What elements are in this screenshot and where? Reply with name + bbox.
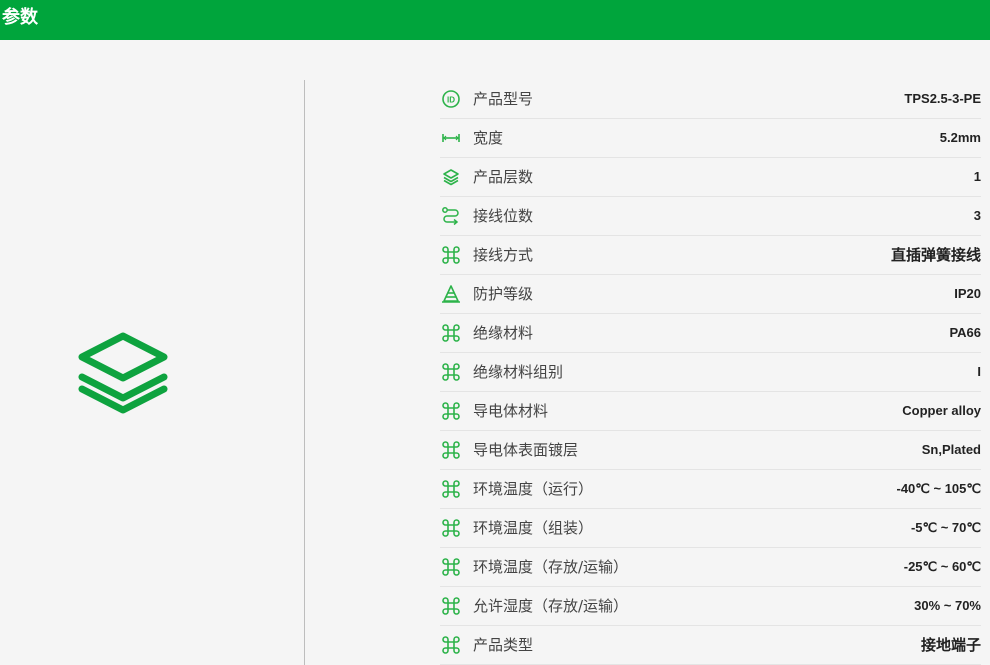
param-value: I	[977, 364, 981, 379]
command-icon	[442, 558, 460, 576]
param-value: Sn,Plated	[921, 442, 981, 457]
param-label: 接线位数	[473, 207, 534, 225]
width-icon	[442, 134, 460, 142]
command-icon	[442, 519, 460, 537]
layers-icon	[443, 169, 459, 186]
param-label: 环境温度（存放/运输）	[473, 558, 629, 576]
cone-icon	[442, 285, 460, 303]
param-value: -5℃ ~ 70℃	[910, 520, 981, 535]
layers-icon	[78, 332, 168, 414]
param-label: 产品层数	[473, 168, 534, 186]
param-row: 导电体表面镀层 Sn,Plated	[440, 431, 981, 470]
param-row: 产品类型 接地端子	[440, 626, 981, 665]
header-bar: 参数	[0, 0, 990, 40]
param-row: 环境温度（存放/运输） -25℃ ~ 60℃	[440, 548, 981, 587]
param-row: 防护等级 IP20	[440, 275, 981, 314]
parameter-list: ID 产品型号 TPS2.5-3-PE 宽度 5.2mm 产品层数 1 接线位数 3 接线方…	[440, 80, 981, 665]
param-label: 接线方式	[473, 246, 534, 264]
param-value: 直插弹簧接线	[890, 246, 981, 264]
param-value: 30% ~ 70%	[914, 598, 981, 613]
command-icon	[442, 402, 460, 420]
param-value: Copper alloy	[902, 403, 981, 418]
param-row: ID 产品型号 TPS2.5-3-PE	[440, 80, 981, 119]
param-value: IP20	[954, 286, 981, 301]
param-label: 产品型号	[473, 90, 534, 108]
param-row: 导电体材料 Copper alloy	[440, 392, 981, 431]
param-label: 导电体材料	[473, 402, 549, 420]
param-row: 接线位数 3	[440, 197, 981, 236]
param-value: 1	[973, 169, 981, 184]
param-label: 防护等级	[473, 285, 534, 303]
param-label: 产品类型	[473, 636, 534, 654]
route-icon	[442, 207, 459, 226]
param-row: 产品层数 1	[440, 158, 981, 197]
command-icon	[442, 324, 460, 342]
param-row: 绝缘材料组别 I	[440, 353, 981, 392]
command-icon	[442, 480, 460, 498]
param-label: 宽度	[473, 129, 504, 147]
param-label: 绝缘材料	[473, 324, 534, 342]
param-row: 允许湿度（存放/运输） 30% ~ 70%	[440, 587, 981, 626]
vertical-divider	[304, 80, 305, 665]
command-icon	[442, 597, 460, 615]
command-icon	[442, 636, 460, 654]
command-icon	[442, 441, 460, 459]
param-label: 环境温度（组装）	[473, 519, 594, 537]
command-icon	[442, 246, 460, 264]
param-label: 导电体表面镀层	[473, 441, 579, 459]
param-row: 环境温度（组装） -5℃ ~ 70℃	[440, 509, 981, 548]
param-value: 接地端子	[920, 636, 981, 654]
command-icon	[442, 363, 460, 381]
param-row: 宽度 5.2mm	[440, 119, 981, 158]
param-row: 接线方式 直插弹簧接线	[440, 236, 981, 275]
page-title: 参数	[2, 7, 38, 28]
id-icon: ID	[442, 90, 460, 108]
svg-text:ID: ID	[447, 96, 455, 105]
param-label: 绝缘材料组别	[473, 363, 564, 381]
param-row: 环境温度（运行） -40℃ ~ 105℃	[440, 470, 981, 509]
param-value: TPS2.5-3-PE	[904, 91, 981, 106]
param-label: 允许湿度（存放/运输）	[473, 597, 629, 615]
param-value: -25℃ ~ 60℃	[903, 559, 981, 574]
param-row: 绝缘材料 PA66	[440, 314, 981, 353]
param-label: 环境温度（运行）	[473, 480, 594, 498]
param-value: PA66	[949, 325, 981, 340]
param-value: -40℃ ~ 105℃	[896, 481, 982, 496]
param-value: 3	[973, 208, 981, 223]
param-value: 5.2mm	[939, 130, 981, 145]
